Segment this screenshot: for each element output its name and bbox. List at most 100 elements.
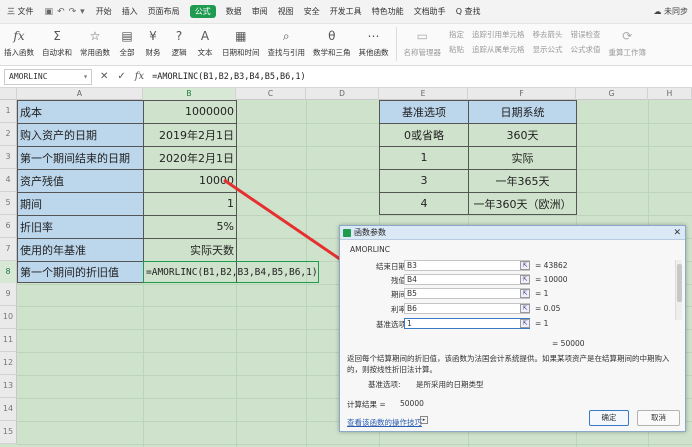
row-header-15[interactable]: 15 [0, 421, 17, 444]
tab-page-layout[interactable]: 页面布局 [143, 0, 185, 24]
remove-arrows-button[interactable]: 移去箭头 [533, 29, 563, 40]
row-header-4[interactable]: 4 [0, 169, 17, 192]
cell-b7[interactable]: 实际天数 [143, 238, 234, 261]
scrollbar-thumb[interactable] [677, 264, 682, 302]
range-select-icon[interactable]: ⇱ [520, 304, 530, 313]
column-header-a[interactable]: A [17, 88, 143, 100]
help-link[interactable]: 查看该函数的操作技巧 [347, 417, 422, 428]
help-icon[interactable]: ▸ [420, 416, 428, 424]
name-box[interactable]: AMORLINC ▾ [4, 68, 92, 85]
cell-a8[interactable]: 第一个期间的折旧值 [20, 261, 119, 283]
confirm-icon[interactable]: ✓ [117, 71, 125, 82]
logical-button[interactable]: ? 逻辑 [166, 27, 192, 58]
cell-b1[interactable]: 1000000 [143, 100, 234, 123]
corner-select-all[interactable] [0, 88, 17, 100]
row-header-1[interactable]: 1 [0, 100, 17, 123]
show-formulas-button[interactable]: 显示公式 [533, 44, 563, 55]
dropdown-icon[interactable]: ▾ [80, 7, 85, 17]
lookup-reference-button[interactable]: ⌕ 查找与引用 [264, 27, 310, 58]
cell-a6[interactable]: 折旧率 [20, 215, 53, 238]
financial-button[interactable]: ¥ 财务 [140, 27, 166, 58]
column-header-d[interactable]: D [306, 88, 379, 100]
other-functions-button[interactable]: ⋯ 其他函数 [355, 27, 393, 58]
evaluate-formula-button[interactable]: 公式求值 [571, 44, 601, 55]
tab-features[interactable]: 特色功能 [367, 0, 409, 24]
row-header-5[interactable]: 5 [0, 192, 17, 215]
paste-name-button[interactable]: 粘贴 [449, 44, 464, 55]
column-header-c[interactable]: C [236, 88, 306, 100]
cell-f4[interactable]: 一年365天 [469, 169, 576, 192]
column-header-b[interactable]: B [143, 88, 236, 100]
save-icon[interactable]: ▣ [45, 7, 54, 17]
tab-insert[interactable]: 插入 [117, 0, 143, 24]
range-select-icon[interactable]: ⇱ [520, 275, 530, 284]
cell-a1[interactable]: 成本 [20, 100, 42, 123]
row-header-11[interactable]: 11 [0, 329, 17, 352]
arg-input-period[interactable]: B5 [404, 288, 530, 299]
row-header-12[interactable]: 12 [0, 352, 17, 375]
range-select-icon[interactable]: ⇱ [520, 319, 530, 328]
file-menu[interactable]: 三 文件 [2, 0, 39, 24]
column-header-e[interactable]: E [379, 88, 468, 100]
cell-e4[interactable]: 3 [380, 169, 468, 192]
cell-f5[interactable]: 一年360天（欧洲） [469, 192, 576, 215]
row-header-10[interactable]: 10 [0, 306, 17, 329]
cell-e1[interactable]: 基准选项 [380, 100, 468, 123]
cell-e2[interactable]: 0或省略 [380, 123, 468, 146]
range-select-icon[interactable]: ⇱ [520, 289, 530, 298]
autosum-button[interactable]: Σ 自动求和 [38, 27, 76, 58]
arg-input-end-date[interactable]: B3 [404, 260, 530, 271]
cell-a2[interactable]: 购入资产的日期 [20, 123, 97, 146]
error-check-button[interactable]: 错误检查 [571, 29, 601, 40]
fx-icon[interactable]: fx [135, 71, 144, 82]
column-header-f[interactable]: F [468, 88, 576, 100]
arg-input-basis[interactable]: 1 [404, 318, 530, 329]
row-header-6[interactable]: 6 [0, 215, 17, 238]
tab-developer[interactable]: 开发工具 [325, 0, 367, 24]
cell-b3[interactable]: 2020年2月1日 [143, 146, 234, 169]
ok-button[interactable]: 确定 [589, 410, 629, 426]
define-button[interactable]: 指定 [449, 29, 464, 40]
arg-input-salvage[interactable]: B4 [404, 274, 530, 285]
row-header-7[interactable]: 7 [0, 238, 17, 261]
row-header-2[interactable]: 2 [0, 123, 17, 146]
tab-view[interactable]: 视图 [273, 0, 299, 24]
trace-precedents-button[interactable]: 追踪引用单元格 [472, 29, 525, 40]
row-header-3[interactable]: 3 [0, 146, 17, 169]
column-header-g[interactable]: G [576, 88, 648, 100]
cell-a4[interactable]: 资产残值 [20, 169, 64, 192]
cell-e5[interactable]: 4 [380, 192, 468, 215]
row-header-8[interactable]: 8 [0, 261, 17, 284]
tab-review[interactable]: 审阅 [247, 0, 273, 24]
undo-icon[interactable]: ↶ [57, 7, 65, 17]
row-header-14[interactable]: 14 [0, 398, 17, 421]
formula-input[interactable]: =AMORLINC(B1,B2,B3,B4,B5,B6,1) [152, 72, 306, 82]
search-button[interactable]: Q 查找 [451, 0, 486, 24]
cancel-button[interactable]: 取消 [637, 410, 680, 426]
chevron-down-icon[interactable]: ▾ [83, 70, 88, 84]
cell-b2[interactable]: 2019年2月1日 [143, 123, 234, 146]
cell-a3[interactable]: 第一个期间结束的日期 [20, 146, 130, 169]
cancel-icon[interactable]: ✕ [100, 71, 108, 82]
date-time-button[interactable]: ▦ 日期和时间 [218, 27, 264, 58]
cell-b6[interactable]: 5% [143, 215, 234, 238]
cell-f1[interactable]: 日期系统 [469, 100, 576, 123]
common-functions-button[interactable]: ☆ 常用函数 [76, 27, 114, 58]
cell-b8-editing[interactable]: =AMORLINC(B1,B2,B3,B4,B5,B6,1) [143, 261, 319, 283]
tab-doc-assistant[interactable]: 文档助手 [409, 0, 451, 24]
args-scrollbar[interactable] [675, 260, 682, 320]
name-manager-button[interactable]: ▭ 名称管理器 [400, 27, 446, 58]
cell-f3[interactable]: 实际 [469, 146, 576, 169]
tab-formulas[interactable]: 公式 [185, 0, 221, 24]
tab-home[interactable]: 开始 [91, 0, 117, 24]
tab-security[interactable]: 安全 [299, 0, 325, 24]
cell-b5[interactable]: 1 [143, 192, 234, 215]
arg-input-rate[interactable]: B6 [404, 303, 530, 314]
cell-a7[interactable]: 使用的年基准 [20, 238, 86, 261]
sync-status[interactable]: ☁ 未同步 [653, 0, 688, 24]
insert-function-button[interactable]: fx 插入函数 [0, 27, 38, 58]
cell-b4[interactable]: 10000 [143, 169, 234, 192]
column-header-h[interactable]: H [648, 88, 692, 100]
cell-a5[interactable]: 期间 [20, 192, 42, 215]
all-functions-button[interactable]: ▤ 全部 [114, 27, 140, 58]
